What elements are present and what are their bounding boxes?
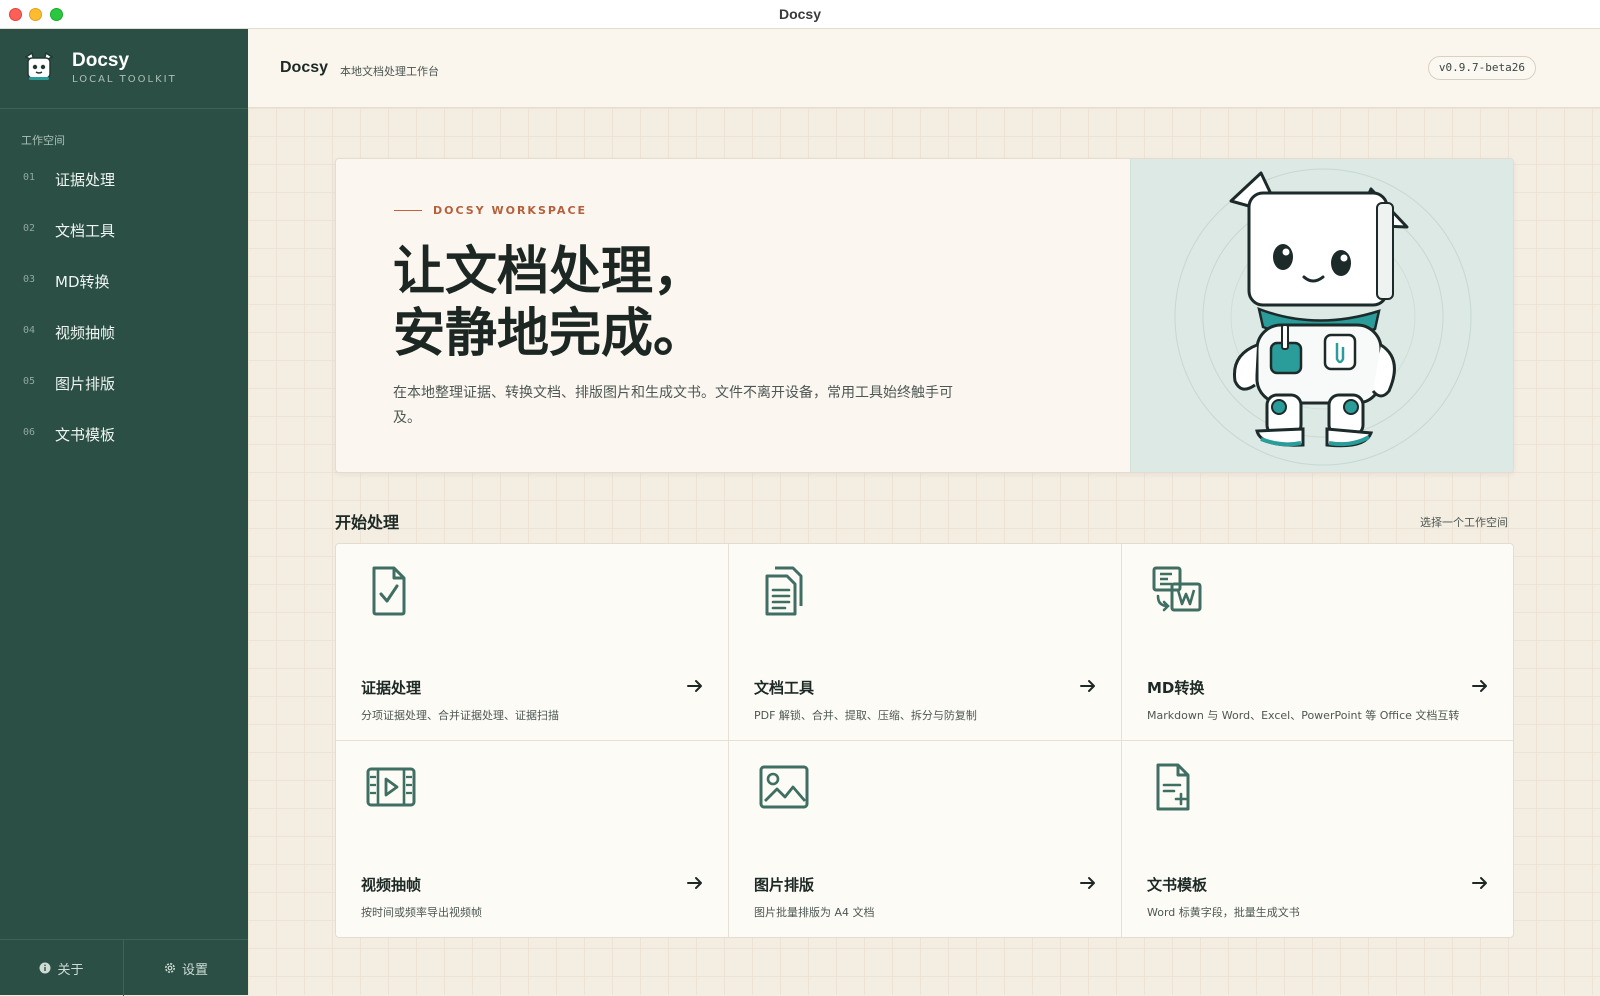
- arrow-right-icon: [687, 877, 702, 889]
- arrow-right-icon: [1080, 680, 1095, 692]
- header-title: Docsy: [280, 59, 329, 76]
- card-description: 分项证据处理、合并证据处理、证据扫描: [361, 709, 559, 722]
- card-title: 证据处理: [361, 679, 422, 697]
- sidebar-item-md-convert[interactable]: 03 MD转换: [0, 261, 248, 301]
- card-description: Word 标黄字段，批量生成文书: [1147, 906, 1300, 919]
- hero-banner: DOCSY WORKSPACE 让文档处理， 安静地完成。 在本地整理证据、转换…: [335, 158, 1514, 473]
- settings-button[interactable]: 设置: [124, 940, 248, 996]
- section-hint: 选择一个工作空间: [1420, 516, 1508, 529]
- card-description: 按时间或频率导出视频帧: [361, 906, 482, 919]
- card-title: 视频抽帧: [361, 876, 422, 894]
- hero-tag: DOCSY WORKSPACE: [433, 204, 588, 217]
- card-title: MD转换: [1147, 679, 1205, 697]
- nav-label: 证据处理: [55, 171, 116, 189]
- document-check-icon: [372, 566, 406, 616]
- nav-number: 03: [23, 274, 36, 285]
- about-label: 关于: [57, 962, 84, 978]
- hero-description: 在本地整理证据、转换文档、排版图片和生成文书。文件不离开设备，常用工具始终触手可…: [393, 385, 953, 426]
- sidebar-footer: 关于 设置: [0, 939, 248, 996]
- app-window: Docsy Docsy LOCAL TOOLKIT 工作空间 01 证据处理 0…: [0, 0, 1600, 996]
- info-icon: [39, 962, 51, 974]
- docsy-logo-icon: [24, 51, 54, 80]
- section-title: 开始处理: [335, 513, 400, 532]
- card-md-convert[interactable]: MD转换 Markdown 与 Word、Excel、PowerPoint 等 …: [1122, 544, 1513, 741]
- image-icon: [759, 765, 809, 809]
- hero-title-line-2: 安静地完成。: [393, 304, 706, 364]
- title-bar: Docsy: [0, 0, 1600, 29]
- nav-number: 05: [23, 376, 36, 387]
- brand-name: Docsy: [72, 50, 130, 71]
- window-title: Docsy: [778, 6, 822, 22]
- hero-illustration: [1130, 159, 1513, 472]
- card-evidence[interactable]: 证据处理 分项证据处理、合并证据处理、证据扫描: [336, 544, 729, 741]
- sidebar-item-image-layout[interactable]: 05 图片排版: [0, 363, 248, 403]
- nav-number: 01: [23, 172, 36, 183]
- nav-number: 06: [23, 427, 36, 438]
- arrow-right-icon: [687, 680, 702, 692]
- documents-stack-icon: [765, 566, 803, 616]
- card-doc-tools[interactable]: 文档工具 PDF 解锁、合并、提取、压缩、拆分与防复制: [729, 544, 1122, 741]
- card-title: 图片排版: [754, 876, 815, 894]
- hero-title-line-1: 让文档处理，: [393, 242, 706, 302]
- sidebar-item-doc-templates[interactable]: 06 文书模板: [0, 414, 248, 454]
- nav-number: 02: [23, 223, 36, 234]
- sidebar-item-video-frames[interactable]: 04 视频抽帧: [0, 312, 248, 352]
- card-doc-templates[interactable]: 文书模板 Word 标黄字段，批量生成文书: [1122, 741, 1513, 938]
- header-subtitle: 本地文档处理工作台: [340, 65, 439, 78]
- nav-label: 文档工具: [55, 222, 116, 240]
- video-film-icon: [366, 767, 416, 807]
- sidebar: Docsy LOCAL TOOLKIT 工作空间 01 证据处理 02 文档工具…: [0, 29, 248, 996]
- brand-subtitle: LOCAL TOOLKIT: [72, 74, 177, 85]
- card-title: 文书模板: [1147, 876, 1208, 894]
- hero-tag-rule: [394, 210, 422, 211]
- arrow-right-icon: [1472, 680, 1487, 692]
- nav-label: 视频抽帧: [55, 324, 116, 342]
- nav-label: 文书模板: [55, 426, 116, 444]
- brand: Docsy LOCAL TOOLKIT: [0, 29, 248, 109]
- gear-icon: [164, 963, 175, 973]
- mascot-illustration: [1174, 168, 1472, 466]
- card-description: 图片批量排版为 A4 文档: [754, 906, 875, 919]
- about-button[interactable]: 关于: [0, 940, 124, 996]
- nav-label: 图片排版: [55, 375, 116, 393]
- page-header: Docsy 本地文档处理工作台 v0.9.7-beta26: [248, 29, 1600, 108]
- workspace-cards: 证据处理 分项证据处理、合并证据处理、证据扫描 文档工具 PDF 解锁、合并、提…: [335, 543, 1514, 938]
- sidebar-item-doc-tools[interactable]: 02 文档工具: [0, 210, 248, 250]
- hero-title: 让文档处理， 安静地完成。: [393, 241, 705, 365]
- arrow-right-icon: [1080, 877, 1095, 889]
- nav-section-label: 工作空间: [21, 134, 65, 147]
- card-description: Markdown 与 Word、Excel、PowerPoint 等 Offic…: [1147, 709, 1460, 722]
- card-title: 文档工具: [754, 679, 815, 697]
- settings-label: 设置: [181, 962, 208, 978]
- version-badge: v0.9.7-beta26: [1427, 56, 1536, 80]
- convert-md-word-icon: [1152, 566, 1202, 612]
- sidebar-item-evidence[interactable]: 01 证据处理: [0, 159, 248, 199]
- card-description: PDF 解锁、合并、提取、压缩、拆分与防复制: [754, 709, 977, 722]
- card-video-frames[interactable]: 视频抽帧 按时间或频率导出视频帧: [336, 741, 729, 938]
- card-image-layout[interactable]: 图片排版 图片批量排版为 A4 文档: [729, 741, 1122, 938]
- arrow-right-icon: [1472, 877, 1487, 889]
- nav-number: 04: [23, 325, 36, 336]
- document-add-icon: [1156, 763, 1190, 811]
- nav-label: MD转换: [55, 273, 110, 291]
